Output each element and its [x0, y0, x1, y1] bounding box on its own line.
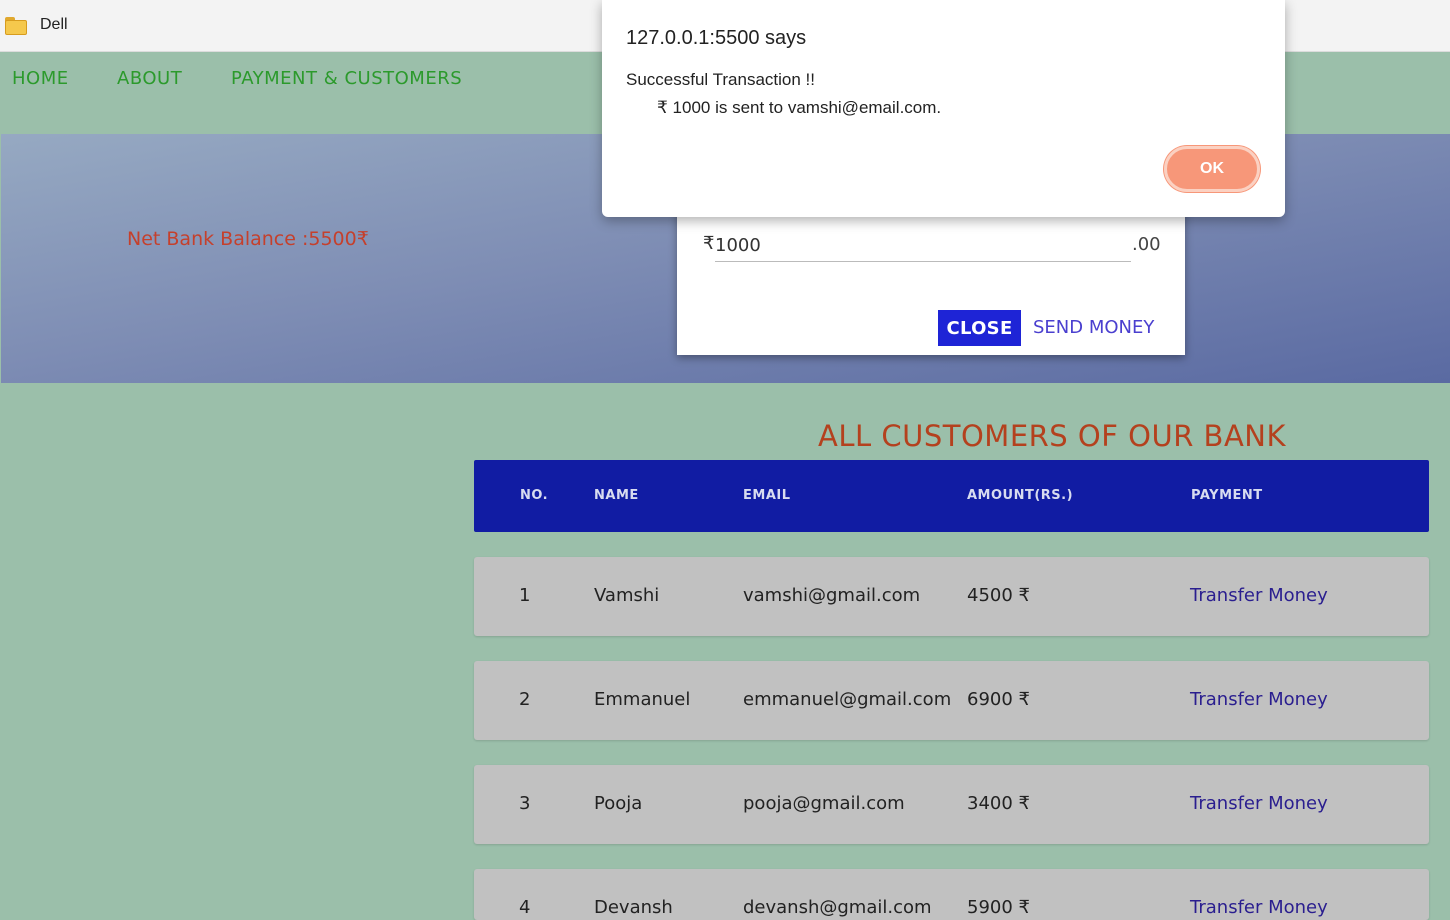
transfer-money-link[interactable]: Transfer Money [1190, 897, 1328, 918]
cell-email: emmanuel@gmail.com [743, 689, 952, 710]
ok-button[interactable]: OK [1164, 146, 1260, 192]
amount-input[interactable] [715, 230, 1131, 262]
table-row: 1 Vamshi vamshi@gmail.com 4500 ₹ Transfe… [474, 557, 1429, 636]
net-balance-text: Net Bank Balance :5500₹ [127, 228, 369, 250]
cell-no: 1 [519, 585, 531, 606]
table-header: NO. NAME EMAIL AMOUNT(RS.) PAYMENT [474, 460, 1429, 532]
header-name: NAME [594, 488, 639, 503]
nav-home-link[interactable]: HOME [12, 68, 69, 89]
table-row: 4 Devansh devansh@gmail.com 5900 ₹ Trans… [474, 869, 1429, 920]
cell-email: vamshi@gmail.com [743, 585, 921, 606]
amount-suffix: .00 [1132, 234, 1161, 255]
alert-message-line1: Successful Transaction !! [626, 70, 815, 89]
header-no: NO. [520, 488, 549, 503]
nav-about-link[interactable]: ABOUT [117, 68, 182, 89]
alert-dialog: 127.0.0.1:5500 says Successful Transacti… [602, 0, 1285, 217]
cell-email: pooja@gmail.com [743, 793, 905, 814]
header-amount: AMOUNT(RS.) [967, 488, 1074, 503]
folder-icon [4, 15, 28, 35]
send-money-button[interactable]: SEND MONEY [1033, 310, 1154, 346]
cell-no: 4 [519, 897, 531, 918]
cell-name: Devansh [594, 897, 673, 918]
send-money-modal: ₹ .00 CLOSE SEND MONEY [677, 205, 1185, 355]
table-row: 2 Emmanuel emmanuel@gmail.com 6900 ₹ Tra… [474, 661, 1429, 740]
cell-amount: 3400 ₹ [967, 793, 1030, 814]
bookmark-dell[interactable]: Dell [4, 13, 68, 37]
cell-amount: 6900 ₹ [967, 689, 1030, 710]
customers-title: ALL CUSTOMERS OF OUR BANK [818, 419, 1287, 453]
cell-name: Emmanuel [594, 689, 691, 710]
header-payment: PAYMENT [1191, 488, 1263, 503]
cell-name: Pooja [594, 793, 643, 814]
transfer-money-link[interactable]: Transfer Money [1190, 585, 1328, 606]
cell-name: Vamshi [594, 585, 660, 606]
cell-amount: 5900 ₹ [967, 897, 1030, 918]
alert-message-line2: ₹ 1000 is sent to vamshi@email.com. [657, 98, 942, 117]
amount-prefix: ₹ [703, 233, 715, 254]
alert-title: 127.0.0.1:5500 says [626, 27, 807, 49]
close-button[interactable]: CLOSE [938, 310, 1021, 346]
header-email: EMAIL [743, 488, 791, 503]
cell-no: 2 [519, 689, 531, 710]
cell-email: devansh@gmail.com [743, 897, 932, 918]
nav-payment-link[interactable]: PAYMENT & CUSTOMERS [231, 68, 462, 89]
cell-no: 3 [519, 793, 531, 814]
cell-amount: 4500 ₹ [967, 585, 1030, 606]
table-row: 3 Pooja pooja@gmail.com 3400 ₹ Transfer … [474, 765, 1429, 844]
transfer-money-link[interactable]: Transfer Money [1190, 689, 1328, 710]
bookmark-label: Dell [40, 16, 68, 33]
transfer-money-link[interactable]: Transfer Money [1190, 793, 1328, 814]
